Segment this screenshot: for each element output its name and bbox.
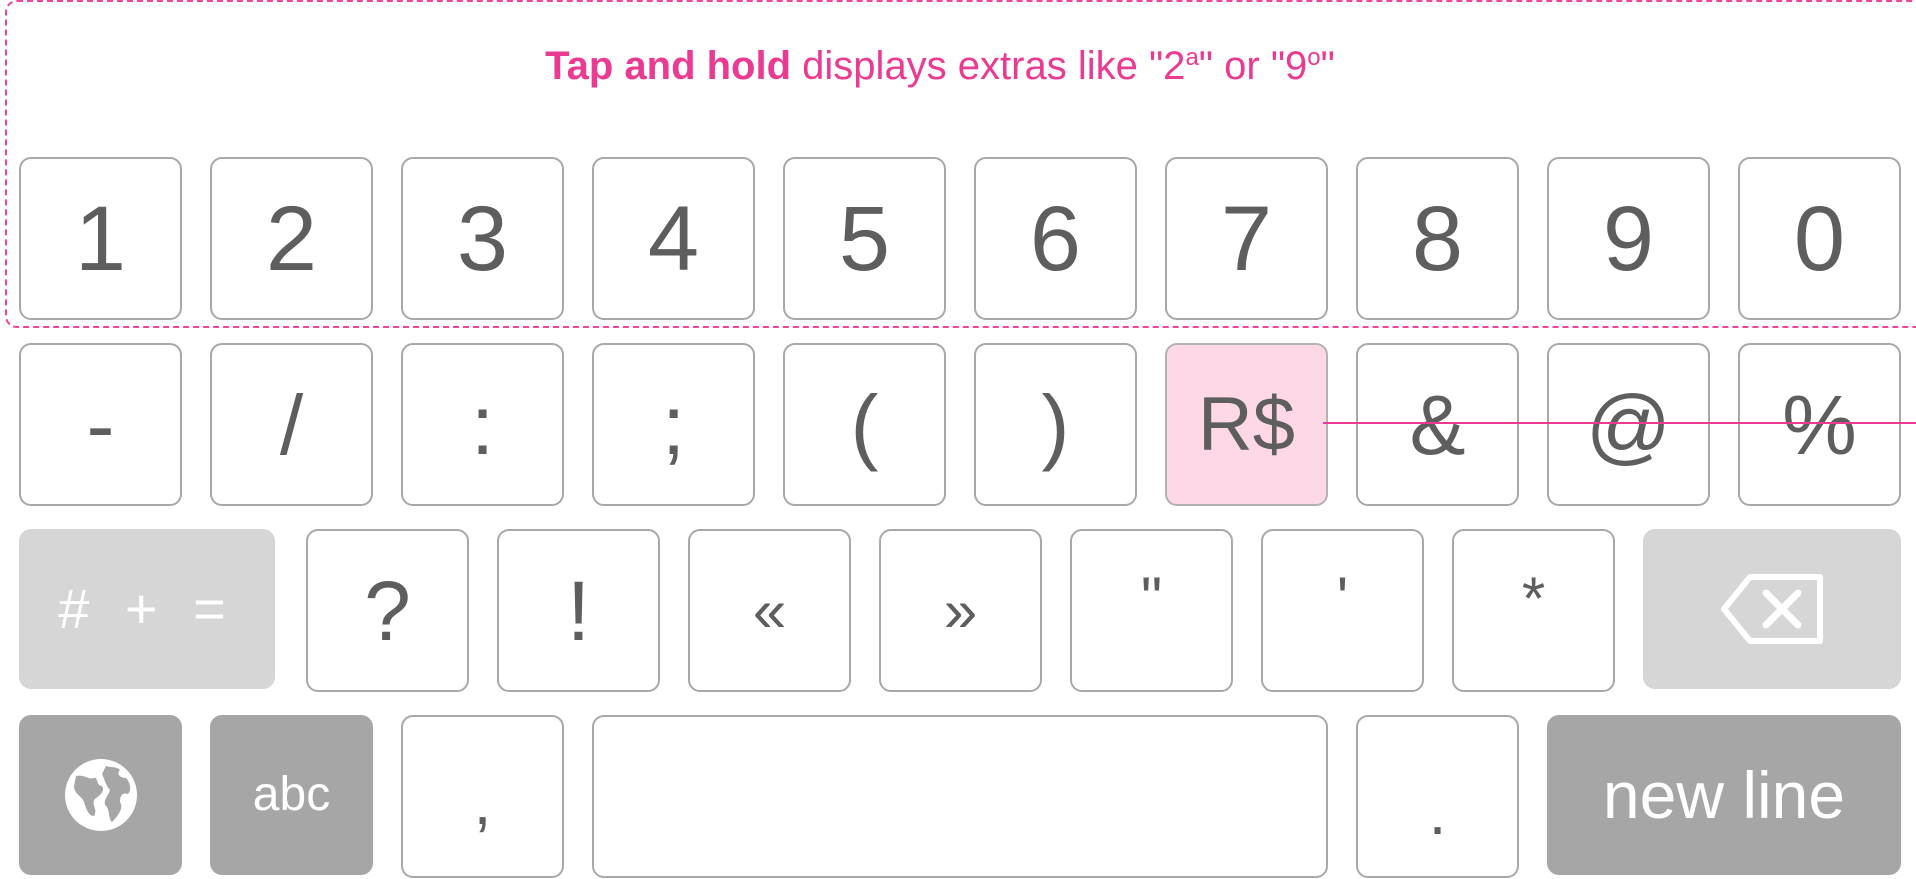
key-0[interactable]: 0 [1738, 157, 1901, 320]
key-colon[interactable]: : [401, 343, 564, 506]
key-asterisk[interactable]: * [1452, 529, 1615, 692]
key-close-paren[interactable]: ) [974, 343, 1137, 506]
key-left-guillemet[interactable]: « [688, 529, 851, 692]
key-semicolon[interactable]: ; [592, 343, 755, 506]
key-7[interactable]: 7 [1165, 157, 1328, 320]
key-1[interactable]: 1 [19, 157, 182, 320]
key-hyphen[interactable]: - [19, 343, 182, 506]
callout-text: displays extras like [802, 44, 1138, 88]
key-question[interactable]: ? [306, 529, 469, 692]
key-6[interactable]: 6 [974, 157, 1137, 320]
key-2[interactable]: 2 [210, 157, 373, 320]
callout-annotation: Tap and hold displays extras like "2a" o… [0, 44, 1880, 89]
key-4[interactable]: 4 [592, 157, 755, 320]
callout-connector: or [1224, 44, 1260, 88]
callout-example-2: "9o" [1270, 44, 1335, 88]
key-open-paren[interactable]: ( [783, 343, 946, 506]
key-slash[interactable]: / [210, 343, 373, 506]
key-double-quote[interactable]: " [1070, 529, 1233, 692]
callout-leader-line [1323, 422, 1916, 424]
key-percent[interactable]: % [1738, 343, 1901, 506]
key-currency[interactable]: R$ [1165, 343, 1328, 506]
more-symbols-key[interactable]: # + = [19, 529, 275, 689]
key-ampersand[interactable]: & [1356, 343, 1519, 506]
key-at[interactable]: @ [1547, 343, 1710, 506]
callout-example-1: "2a" [1148, 44, 1213, 88]
key-exclamation[interactable]: ! [497, 529, 660, 692]
abc-key[interactable]: abc [210, 715, 373, 875]
new-line-key[interactable]: new line [1547, 715, 1901, 875]
key-comma[interactable]: , [401, 715, 564, 878]
callout-bold-text: Tap and hold [545, 44, 792, 88]
globe-key[interactable] [19, 715, 182, 875]
key-3[interactable]: 3 [401, 157, 564, 320]
key-8[interactable]: 8 [1356, 157, 1519, 320]
key-apostrophe[interactable]: ' [1261, 529, 1424, 692]
key-5[interactable]: 5 [783, 157, 946, 320]
backspace-key[interactable] [1643, 529, 1901, 689]
space-bar[interactable] [592, 715, 1328, 878]
key-right-guillemet[interactable]: » [879, 529, 1042, 692]
backspace-icon [1721, 574, 1823, 644]
key-period[interactable]: . [1356, 715, 1519, 878]
globe-icon [64, 759, 137, 831]
key-9[interactable]: 9 [1547, 157, 1710, 320]
